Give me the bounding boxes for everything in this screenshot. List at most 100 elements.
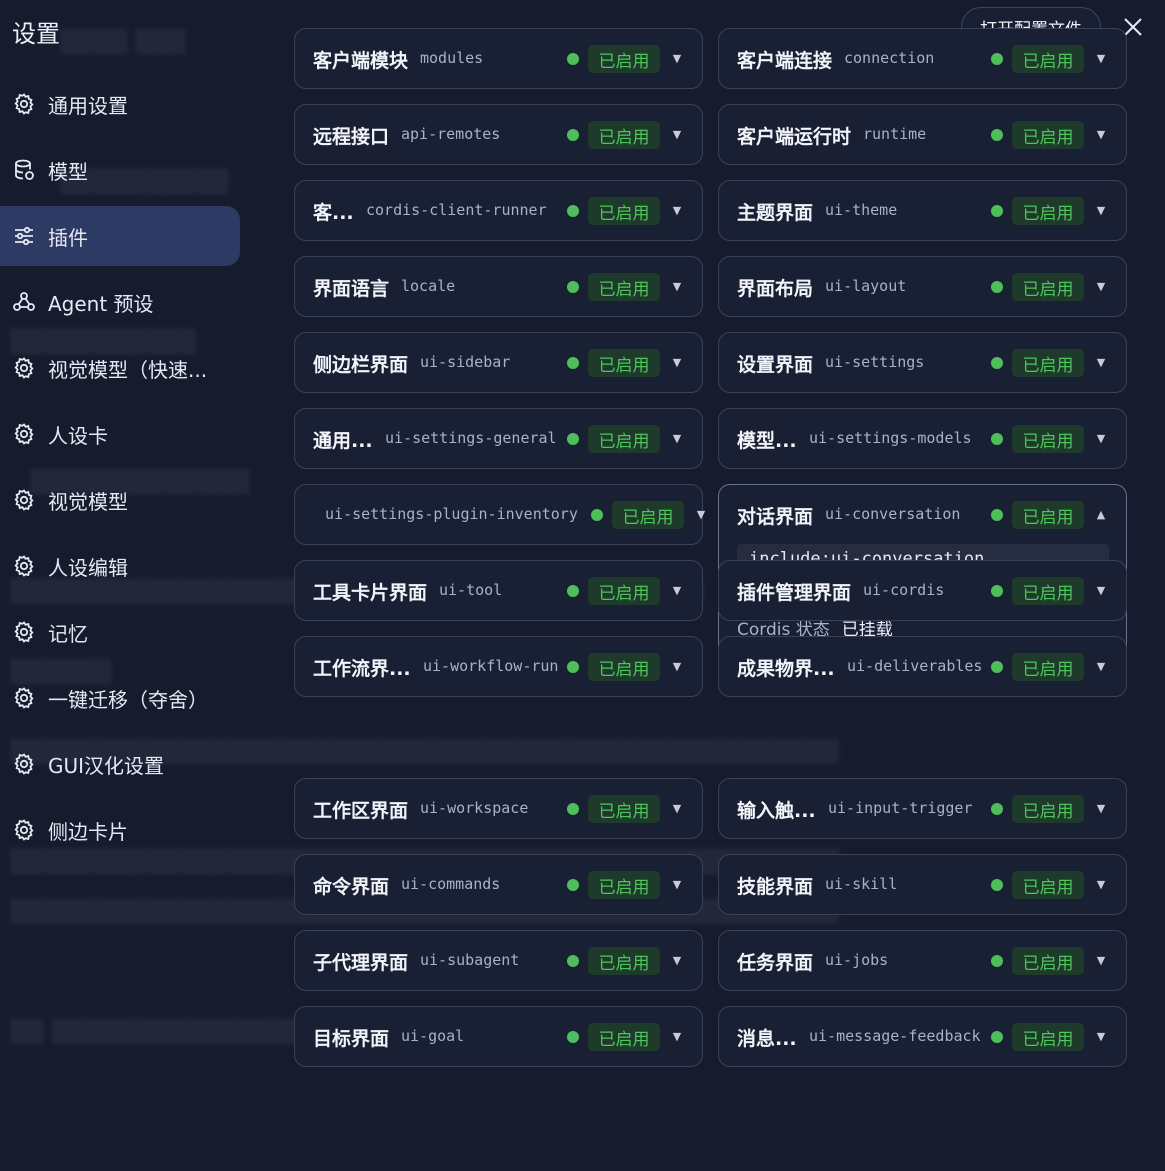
status-dot: [991, 509, 1003, 521]
plugin-card[interactable]: 客户端模块 modules 已启用 ▼: [294, 28, 703, 89]
chevron-down-icon[interactable]: ▼: [670, 427, 684, 449]
plugin-id: ui-input-trigger: [828, 799, 973, 817]
status-dot: [567, 357, 579, 369]
plugin-name: 子代理界面: [313, 952, 409, 974]
plugin-card[interactable]: 子代理界面 ui-subagent 已启用 ▼: [294, 930, 703, 991]
status-dot: [991, 955, 1003, 967]
plugin-card[interactable]: 客... cordis-client-runner 已启用 ▼: [294, 180, 703, 241]
chevron-down-icon[interactable]: ▼: [1094, 579, 1108, 601]
plugin-name: 客户端运行时: [737, 126, 852, 148]
chevron-down-icon[interactable]: ▼: [670, 949, 684, 971]
chevron-down-icon[interactable]: ▼: [1094, 797, 1108, 819]
chevron-down-icon[interactable]: ▼: [1094, 949, 1108, 971]
plugin-card[interactable]: 技能界面 ui-skill 已启用 ▼: [718, 854, 1127, 915]
status-badge: 已启用: [588, 197, 660, 225]
chevron-down-icon[interactable]: ▼: [670, 275, 684, 297]
chevron-down-icon[interactable]: ▼: [670, 123, 684, 145]
plugin-card[interactable]: 远程接口 api-remotes 已启用 ▼: [294, 104, 703, 165]
chevron-down-icon[interactable]: ▼: [1094, 873, 1108, 895]
status-badge: 已启用: [1012, 349, 1084, 377]
plugin-name: 客户端连接: [737, 50, 833, 72]
chevron-down-icon[interactable]: ▼: [670, 351, 684, 373]
status-badge: 已启用: [1012, 425, 1084, 453]
plugin-id: ui-skill: [825, 875, 898, 893]
status-dot: [567, 205, 579, 217]
chevron-down-icon[interactable]: ▼: [670, 47, 684, 69]
plugin-name: 插件管理界面: [737, 582, 852, 604]
status-badge: 已启用: [588, 1023, 660, 1051]
plugin-card[interactable]: 设置界面 ui-settings 已启用 ▼: [718, 332, 1127, 393]
plugin-card[interactable]: 工具卡片界面 ui-tool 已启用 ▼: [294, 560, 703, 621]
plugin-id: ui-message-feedback: [809, 1027, 981, 1045]
chevron-down-icon[interactable]: ▼: [1094, 1025, 1108, 1047]
chevron-down-icon[interactable]: ▼: [1094, 427, 1108, 449]
plugin-id: ui-layout: [825, 277, 907, 295]
plugin-name: 成果物界...: [737, 658, 835, 680]
status-badge: 已启用: [588, 349, 660, 377]
plugin-card[interactable]: 客户端连接 connection 已启用 ▼: [718, 28, 1127, 89]
status-badge: 已启用: [588, 45, 660, 73]
status-dot: [591, 509, 603, 521]
status-dot: [991, 1031, 1003, 1043]
plugin-id: ui-sidebar: [420, 353, 511, 371]
status-dot: [991, 803, 1003, 815]
status-badge: 已启用: [1012, 273, 1084, 301]
chevron-down-icon[interactable]: ▼: [1094, 655, 1108, 677]
plugin-card[interactable]: 命令界面 ui-commands 已启用 ▼: [294, 854, 703, 915]
status-dot: [991, 585, 1003, 597]
chevron-down-icon[interactable]: ▼: [670, 655, 684, 677]
plugin-card[interactable]: 通用... ui-settings-general 已启用 ▼: [294, 408, 703, 469]
plugin-card[interactable]: 任务界面 ui-jobs 已启用 ▼: [718, 930, 1127, 991]
status-dot: [991, 205, 1003, 217]
chevron-up-icon[interactable]: ▲: [1094, 503, 1108, 525]
plugin-name: 消息...: [737, 1028, 797, 1050]
plugin-card[interactable]: 侧边栏界面 ui-sidebar 已启用 ▼: [294, 332, 703, 393]
plugin-card[interactable]: 输入触... ui-input-trigger 已启用 ▼: [718, 778, 1127, 839]
plugin-name: 目标界面: [313, 1028, 390, 1050]
plugin-card[interactable]: ui-settings-plugin-inventory 已启用 ▼: [294, 484, 705, 545]
chevron-down-icon[interactable]: ▼: [670, 873, 684, 895]
plugin-card[interactable]: 插件管理界面 ui-cordis 已启用 ▼: [718, 560, 1127, 621]
plugin-name: 远程接口: [313, 126, 390, 148]
status-dot: [567, 661, 579, 673]
status-badge: 已启用: [1012, 653, 1084, 681]
status-badge: 已启用: [588, 425, 660, 453]
chevron-down-icon[interactable]: ▼: [694, 503, 708, 525]
status-dot: [567, 1031, 579, 1043]
plugin-id: ui-theme: [825, 201, 898, 219]
plugin-id: cordis-client-runner: [366, 201, 547, 219]
plugin-name: 界面语言: [313, 278, 390, 300]
plugin-card[interactable]: 工作流界... ui-workflow-run 已启用 ▼: [294, 636, 703, 697]
status-dot: [991, 53, 1003, 65]
status-badge: 已启用: [588, 795, 660, 823]
plugin-card[interactable]: 消息... ui-message-feedback 已启用 ▼: [718, 1006, 1127, 1067]
status-badge: 已启用: [1012, 197, 1084, 225]
plugin-card[interactable]: 目标界面 ui-goal 已启用 ▼: [294, 1006, 703, 1067]
status-badge: 已启用: [1012, 795, 1084, 823]
plugin-card[interactable]: 主题界面 ui-theme 已启用 ▼: [718, 180, 1127, 241]
status-badge: 已启用: [1012, 501, 1084, 529]
plugin-name: 客...: [313, 202, 354, 224]
plugin-id: locale: [401, 277, 456, 295]
status-dot: [991, 357, 1003, 369]
plugin-id: ui-conversation: [825, 505, 961, 523]
chevron-down-icon[interactable]: ▼: [670, 199, 684, 221]
chevron-down-icon[interactable]: ▼: [670, 579, 684, 601]
plugin-card[interactable]: 界面语言 locale 已启用 ▼: [294, 256, 703, 317]
plugin-card[interactable]: 客户端运行时 runtime 已启用 ▼: [718, 104, 1127, 165]
chevron-down-icon[interactable]: ▼: [1094, 47, 1108, 69]
plugin-card[interactable]: 模型... ui-settings-models 已启用 ▼: [718, 408, 1127, 469]
plugin-card[interactable]: 工作区界面 ui-workspace 已启用 ▼: [294, 778, 703, 839]
plugin-id: ui-subagent: [420, 951, 520, 969]
chevron-down-icon[interactable]: ▼: [670, 797, 684, 819]
chevron-down-icon[interactable]: ▼: [1094, 199, 1108, 221]
chevron-down-icon[interactable]: ▼: [1094, 123, 1108, 145]
chevron-down-icon[interactable]: ▼: [1094, 351, 1108, 373]
plugin-id: ui-tool: [439, 581, 503, 599]
plugin-card[interactable]: 界面布局 ui-layout 已启用 ▼: [718, 256, 1127, 317]
plugin-name: 任务界面: [737, 952, 814, 974]
plugin-card[interactable]: 成果物界... ui-deliverables 已启用 ▼: [718, 636, 1127, 697]
chevron-down-icon[interactable]: ▼: [670, 1025, 684, 1047]
chevron-down-icon[interactable]: ▼: [1094, 275, 1108, 297]
plugin-id: ui-settings: [825, 353, 925, 371]
